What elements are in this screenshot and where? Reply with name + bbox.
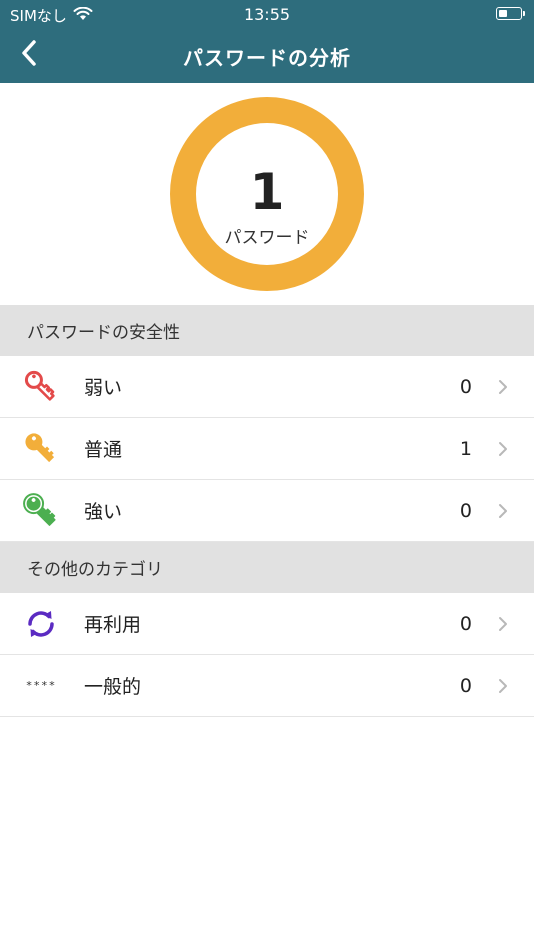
list-item-count: 1 bbox=[459, 437, 472, 460]
key-icon bbox=[20, 428, 62, 470]
list-item-reused[interactable]: 再利用 0 bbox=[0, 593, 534, 655]
password-summary: 1 パスワード bbox=[0, 83, 534, 305]
list-item-label: 再利用 bbox=[84, 614, 142, 636]
battery-icon bbox=[496, 7, 525, 20]
password-count: 1 bbox=[249, 163, 285, 221]
list-item-label: 一般的 bbox=[84, 676, 142, 698]
security-section-header: パスワードの安全性 bbox=[0, 305, 534, 356]
navigation-bar: パスワードの分析 bbox=[0, 28, 534, 83]
list-item-label: 弱い bbox=[84, 377, 123, 399]
chevron-right-icon bbox=[496, 378, 510, 396]
list-item-normal[interactable]: 普通 1 bbox=[0, 418, 534, 480]
password-count-ring: 1 パスワード bbox=[170, 97, 364, 291]
list-item-count: 0 bbox=[459, 674, 472, 697]
list-item-weak[interactable]: 弱い 0 bbox=[0, 356, 534, 418]
reuse-icon bbox=[20, 603, 62, 645]
page-title: パスワードの分析 bbox=[183, 46, 351, 70]
list-item-common[interactable]: **** 一般的 0 bbox=[0, 655, 534, 717]
status-time: 13:55 bbox=[243, 5, 291, 24]
list-item-strong[interactable]: 強い 0 bbox=[0, 480, 534, 542]
list-item-count: 0 bbox=[459, 499, 472, 522]
key-icon bbox=[20, 490, 62, 532]
status-bar: SIMなし 13:55 bbox=[0, 0, 534, 28]
chevron-right-icon bbox=[496, 615, 510, 633]
list-item-label: 普通 bbox=[84, 439, 123, 461]
other-section-header: その他のカテゴリ bbox=[0, 542, 534, 593]
masked-password-icon: **** bbox=[20, 665, 62, 707]
chevron-right-icon bbox=[496, 502, 510, 520]
list-item-count: 0 bbox=[459, 612, 472, 635]
chevron-right-icon bbox=[496, 440, 510, 458]
list-item-label: 強い bbox=[84, 501, 123, 523]
list-item-count: 0 bbox=[459, 375, 472, 398]
key-icon bbox=[20, 366, 62, 408]
chevron-right-icon bbox=[496, 677, 510, 695]
masked-password-text: **** bbox=[25, 679, 57, 692]
password-count-label: パスワード bbox=[224, 228, 310, 248]
